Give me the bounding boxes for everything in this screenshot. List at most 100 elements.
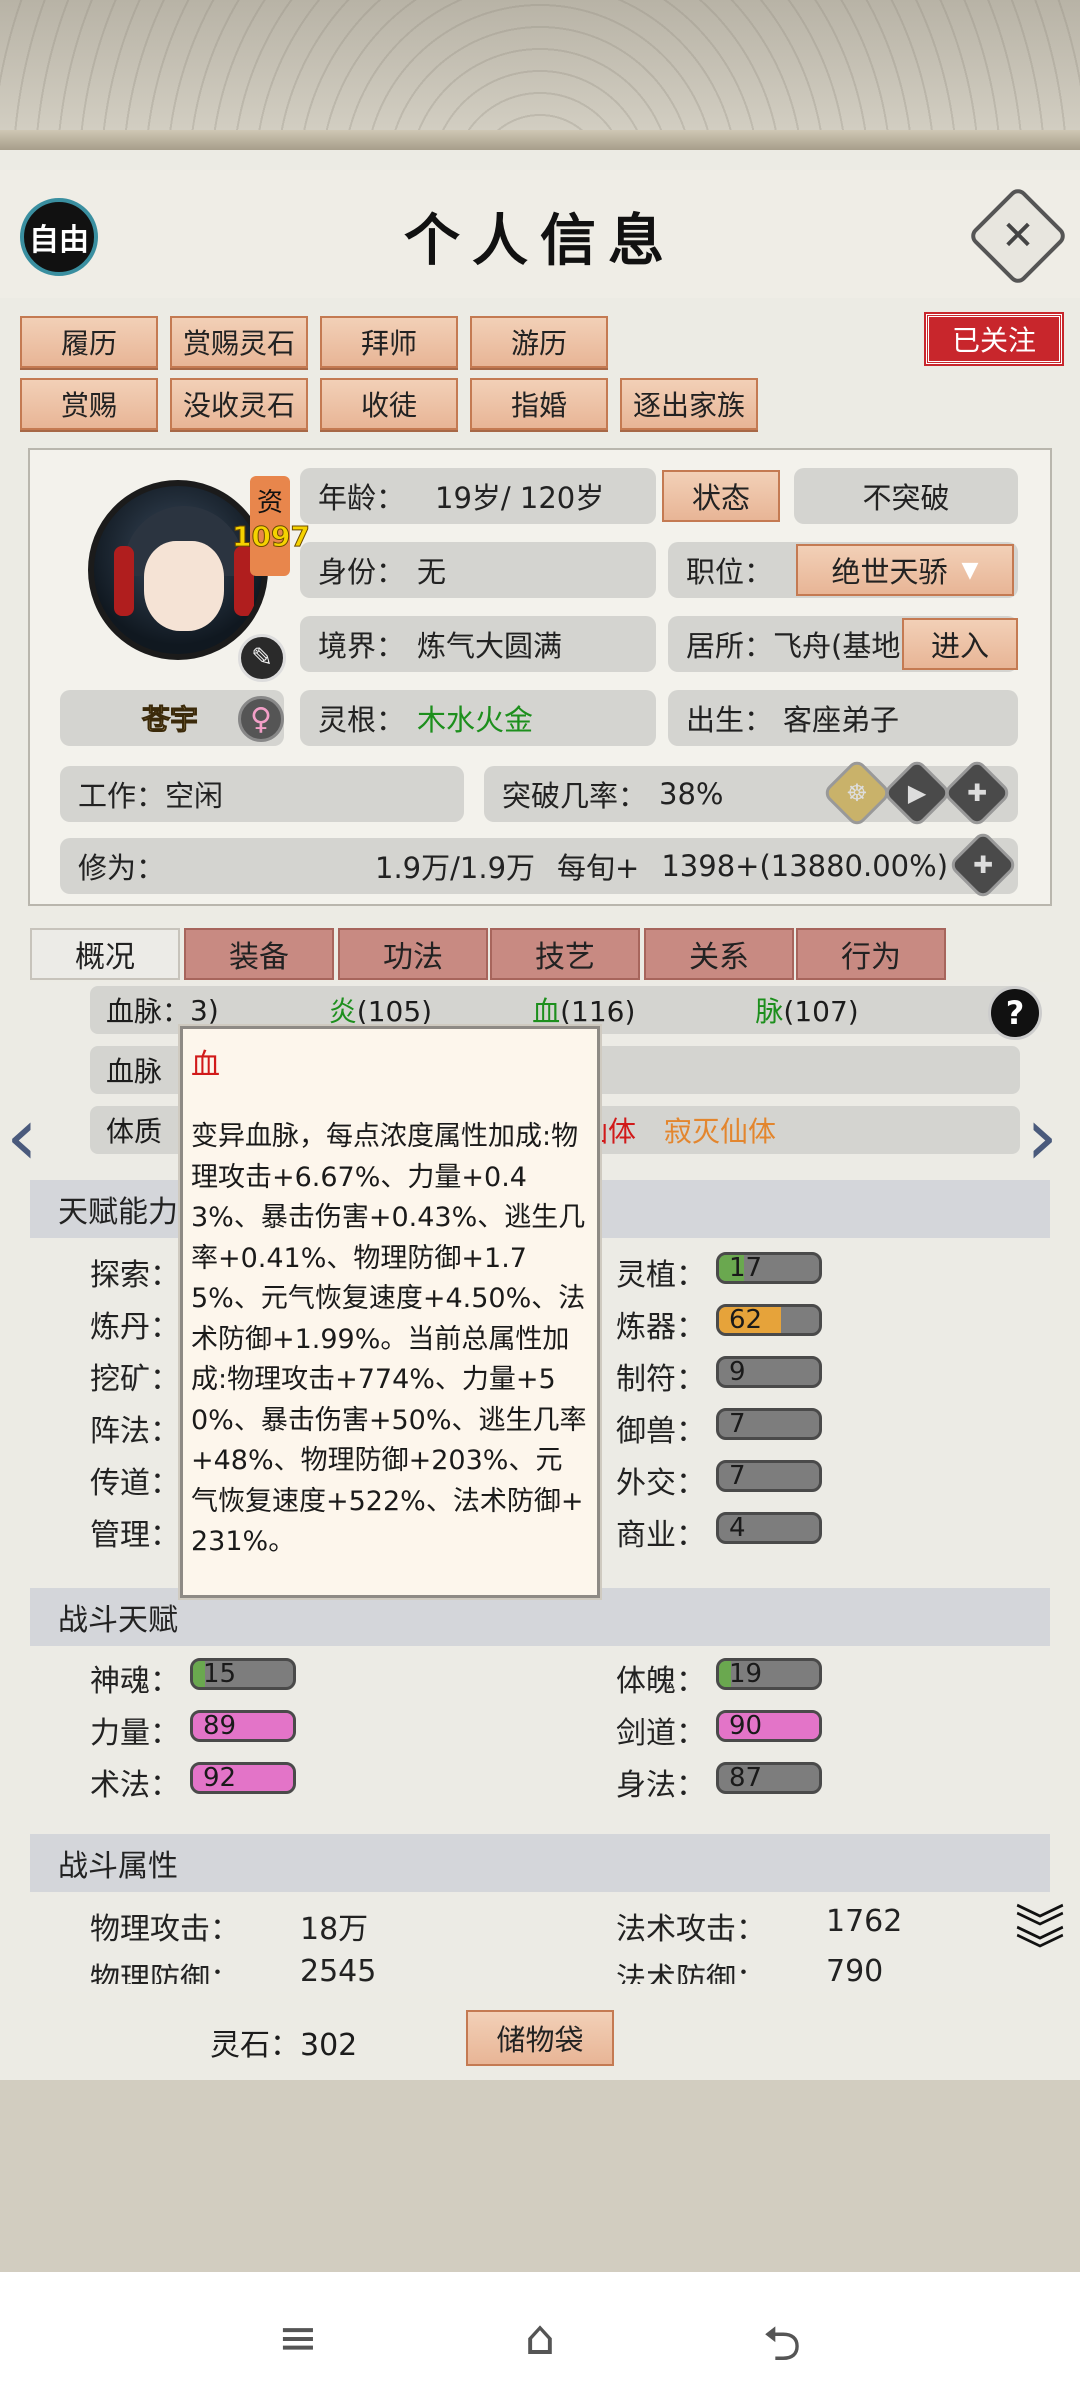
spirit-root-value: 木水火金 <box>417 703 534 737</box>
combat-body-bar: 19 <box>716 1658 822 1690</box>
close-icon: ✕ <box>1001 213 1035 259</box>
talent-commerce-bar: 4 <box>716 1512 822 1544</box>
phys-attack-label: 物理攻击： <box>90 1912 240 1947</box>
free-badge[interactable]: 自由 <box>20 198 98 276</box>
realm-field: 境界： 炼气大圆满 <box>300 616 656 672</box>
breakthrough-rate-value: 38% <box>659 777 724 811</box>
followed-badge[interactable]: 已关注 <box>924 312 1064 366</box>
menu-icon[interactable]: ≡ <box>268 2310 328 2366</box>
bottom-background <box>0 2080 1080 2272</box>
talent-talisman-label: 制符： <box>616 1362 706 1397</box>
talent-beast-label: 御兽： <box>616 1414 706 1449</box>
tab-behavior[interactable]: 行为 <box>796 928 946 980</box>
combat-movement-label: 身法： <box>616 1768 706 1803</box>
tab-relations[interactable]: 关系 <box>644 928 794 980</box>
confiscate-stones-button[interactable]: 没收灵石 <box>170 378 308 430</box>
tab-overview[interactable]: 概况 <box>30 928 180 980</box>
combat-body-label: 体魄： <box>616 1664 706 1699</box>
per-turn-value: 1398+(13880.00%) <box>661 849 949 883</box>
avatar[interactable] <box>88 480 268 660</box>
travel-button[interactable]: 游历 <box>470 316 608 368</box>
talent-diplomacy-label: 外交： <box>616 1466 706 1501</box>
talent-diplomacy-bar: 7 <box>716 1460 822 1492</box>
talent-management-label: 管理： <box>90 1518 180 1553</box>
bloodline-1: 炎(105) <box>328 995 433 1028</box>
residence-label: 居所： <box>686 629 774 663</box>
female-icon: ♀ <box>238 696 284 742</box>
position-value: 绝世天骄 <box>831 555 948 589</box>
talent-forging-label: 炼器： <box>616 1310 706 1345</box>
tab-techniques[interactable]: 功法 <box>338 928 488 980</box>
combat-strength-label: 力量： <box>90 1716 180 1751</box>
home-icon[interactable]: ⌂ <box>510 2310 570 2366</box>
talent-alchemy-label: 炼丹： <box>90 1310 180 1345</box>
spirit-root-field: 灵根： 木水火金 <box>300 690 656 746</box>
talent-planting-bar: 17 <box>716 1252 822 1284</box>
expel-button[interactable]: 逐出家族 <box>620 378 758 430</box>
tab-equipment[interactable]: 装备 <box>184 928 334 980</box>
combat-spell-label: 术法： <box>90 1768 180 1803</box>
bloodline-3: 脉(107) <box>755 995 859 1028</box>
bloodline-tooltip: 血 变异血脉，每点浓度属性加成:物理攻击+6.67%、力量+0.43%、暴击伤害… <box>180 1026 600 1598</box>
combat-sword-label: 剑道： <box>616 1716 706 1751</box>
dropdown-arrow-icon: ▼ <box>961 557 979 583</box>
tooltip-title: 血 <box>191 1047 221 1081</box>
phys-defense-value: 2545 <box>300 1954 377 1984</box>
edit-icon[interactable]: ✎ <box>238 634 286 682</box>
age-value: 19岁/ 120岁 <box>435 481 605 515</box>
resume-button[interactable]: 履历 <box>20 316 158 368</box>
take-disciple-button[interactable]: 收徒 <box>320 378 458 430</box>
enter-button[interactable]: 进入 <box>902 618 1018 670</box>
chevron-left-icon[interactable]: ‹ <box>6 1090 38 1183</box>
position-dropdown[interactable]: 绝世天骄 ▼ <box>796 544 1014 596</box>
breakthrough-toggle[interactable]: 不突破 <box>794 468 1018 524</box>
arrange-marriage-button[interactable]: 指婚 <box>470 378 608 430</box>
identity-field: 身份： 无 <box>300 542 656 598</box>
status-button[interactable]: 状态 <box>662 470 780 522</box>
back-icon[interactable]: ⮌ <box>752 2310 812 2372</box>
combat-soul-bar: 15 <box>190 1658 296 1690</box>
spell-attack-label: 法术攻击： <box>616 1912 766 1947</box>
constitution-label: 体质 <box>106 1115 163 1148</box>
apprentice-button[interactable]: 拜师 <box>320 316 458 368</box>
work-field: 工作： 空闲 <box>60 766 464 822</box>
reward-stones-button[interactable]: 赏赐灵石 <box>170 316 308 368</box>
reward-button[interactable]: 赏赐 <box>20 378 158 430</box>
talent-formation-label: 阵法： <box>90 1414 180 1449</box>
realm-label: 境界： <box>318 629 406 663</box>
cultivation-field: 修为： 1.9万/1.9万 每旬+ 1398+(13880.00%) <box>60 838 1018 894</box>
combat-movement-bar: 87 <box>716 1762 822 1794</box>
cultivation-value: 1.9万/1.9万 <box>375 851 536 885</box>
tooltip-body: 变异血脉，每点浓度属性加成:物理攻击+6.67%、力量+0.43%、暴击伤害+0… <box>191 1121 587 1557</box>
talent-beast-bar: 7 <box>716 1408 822 1440</box>
bloodline-2: 血(116) <box>532 995 636 1028</box>
work-value: 空闲 <box>165 779 224 813</box>
tab-skills[interactable]: 技艺 <box>490 928 640 980</box>
constitution-2: 寂灭仙体 <box>664 1115 777 1148</box>
clipped-row: 物理防御： 2545 法术防御： 790 <box>30 1954 1050 1984</box>
breakthrough-rate-label: 突破几率： <box>502 779 648 813</box>
combat-strength-bar: 89 <box>190 1710 296 1742</box>
talent-teaching-label: 传道： <box>90 1466 180 1501</box>
talent-explore-label: 探索： <box>90 1258 180 1293</box>
spell-defense-value: 790 <box>826 1954 884 1984</box>
combat-spell-bar: 92 <box>190 1762 296 1794</box>
age-label: 年龄： <box>318 481 406 515</box>
page-title: 个人信息 <box>404 208 676 274</box>
storage-bag-button[interactable]: 储物袋 <box>466 2010 614 2066</box>
help-icon[interactable]: ? <box>988 986 1042 1040</box>
combat-soul-label: 神魂： <box>90 1664 180 1699</box>
chevron-right-icon[interactable]: › <box>1026 1090 1058 1183</box>
per-turn-label: 每旬+ <box>557 851 640 885</box>
realm-value: 炼气大圆满 <box>417 629 563 663</box>
expand-down-icon[interactable]: ︾ ︾ <box>1010 1904 1070 1988</box>
talent-planting-label: 灵植： <box>616 1258 706 1293</box>
talent-forging-bar: 62 <box>716 1304 822 1336</box>
phys-attack-value: 18万 <box>300 1912 369 1947</box>
bloodline-2-label: 血脉 <box>106 1055 163 1088</box>
origin-label: 出生： <box>686 703 774 737</box>
identity-value: 无 <box>417 555 447 589</box>
spell-defense-label: 法术防御： <box>616 1962 766 1984</box>
top-background <box>0 0 1080 150</box>
aptitude-value: 1097 <box>232 520 311 554</box>
